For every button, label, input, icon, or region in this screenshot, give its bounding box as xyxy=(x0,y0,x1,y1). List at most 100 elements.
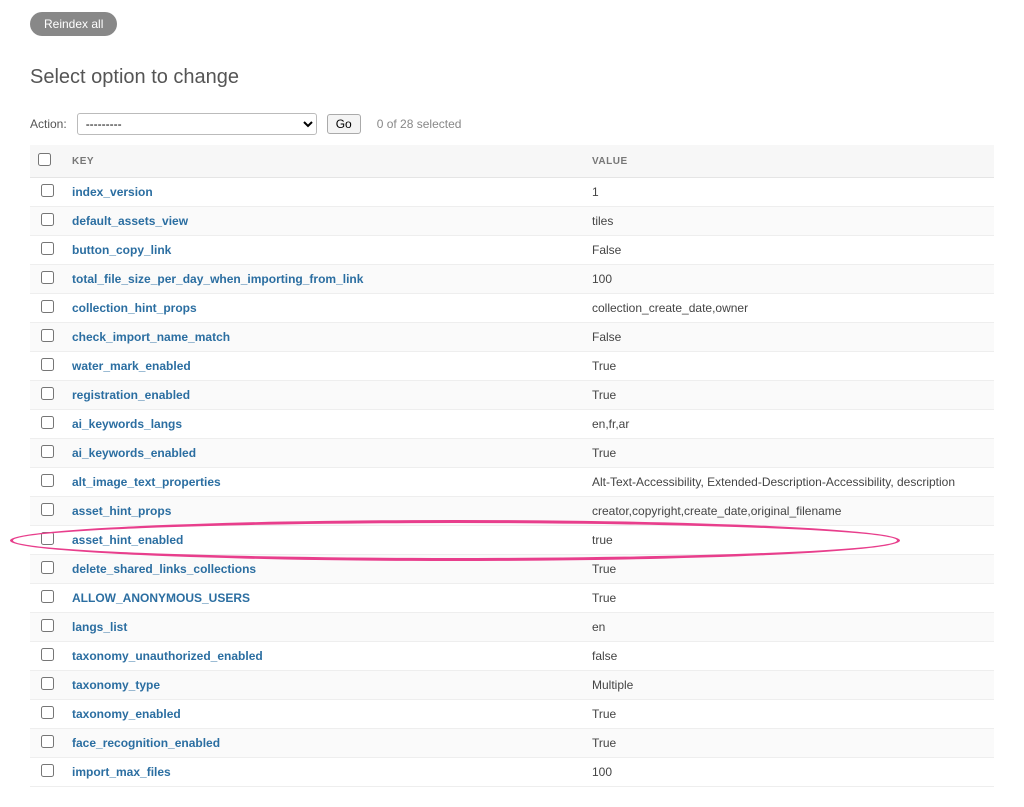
row-checkbox[interactable] xyxy=(41,735,54,748)
row-key-link[interactable]: registration_enabled xyxy=(72,388,190,402)
row-value-cell: creator,copyright,create_date,original_f… xyxy=(584,497,994,526)
row-key-cell: import_max_files xyxy=(64,758,584,787)
row-checkbox-cell xyxy=(30,671,64,700)
row-value-cell: collection_create_date,owner xyxy=(584,294,994,323)
row-value-cell: false xyxy=(584,642,994,671)
row-checkbox-cell xyxy=(30,613,64,642)
row-checkbox-cell xyxy=(30,236,64,265)
row-value-cell: 1 xyxy=(584,178,994,207)
row-value-cell: False xyxy=(584,236,994,265)
row-key-link[interactable]: taxonomy_unauthorized_enabled xyxy=(72,649,263,663)
column-header-key[interactable]: KEY xyxy=(64,145,584,178)
row-checkbox-cell xyxy=(30,584,64,613)
row-key-link[interactable]: face_recognition_enabled xyxy=(72,736,220,750)
table-row: taxonomy_unauthorized_enabled false xyxy=(30,642,994,671)
table-row: ai_keywords_langs en,fr,ar xyxy=(30,410,994,439)
row-value-cell: True xyxy=(584,555,994,584)
row-key-cell: asset_hint_props xyxy=(64,497,584,526)
row-checkbox-cell xyxy=(30,700,64,729)
row-checkbox[interactable] xyxy=(41,474,54,487)
row-key-link[interactable]: asset_hint_props xyxy=(72,504,171,518)
row-checkbox[interactable] xyxy=(41,329,54,342)
row-checkbox[interactable] xyxy=(41,445,54,458)
page-title: Select option to change xyxy=(30,66,994,89)
row-checkbox[interactable] xyxy=(41,619,54,632)
row-value-cell: Alt-Text-Accessibility, Extended-Descrip… xyxy=(584,468,994,497)
row-key-link[interactable]: delete_shared_links_collections xyxy=(72,562,256,576)
row-key-link[interactable]: water_mark_enabled xyxy=(72,359,191,373)
row-checkbox[interactable] xyxy=(41,387,54,400)
row-key-link[interactable]: taxonomy_enabled xyxy=(72,707,181,721)
row-value-cell: Multiple xyxy=(584,671,994,700)
row-checkbox-cell xyxy=(30,526,64,555)
row-key-cell: asset_hint_enabled xyxy=(64,526,584,555)
table-row: taxonomy_type Multiple xyxy=(30,671,994,700)
row-key-cell: alt_image_text_properties xyxy=(64,468,584,497)
row-checkbox[interactable] xyxy=(41,590,54,603)
row-checkbox[interactable] xyxy=(41,648,54,661)
row-key-cell: default_assets_view xyxy=(64,207,584,236)
table-row: total_file_size_per_day_when_importing_f… xyxy=(30,265,994,294)
select-all-checkbox[interactable] xyxy=(38,153,51,166)
table-row: ai_keywords_enabledTrue xyxy=(30,439,994,468)
table-row: asset_hint_enabledtrue xyxy=(30,526,994,555)
row-key-link[interactable]: import_max_files xyxy=(72,765,171,779)
row-checkbox-cell xyxy=(30,497,64,526)
row-key-link[interactable]: total_file_size_per_day_when_importing_f… xyxy=(72,272,363,286)
column-header-value[interactable]: VALUE xyxy=(584,145,994,178)
row-checkbox[interactable] xyxy=(41,242,54,255)
row-checkbox[interactable] xyxy=(41,300,54,313)
row-value-cell: 100 xyxy=(584,758,994,787)
go-button[interactable]: Go xyxy=(327,114,361,134)
table-row: import_max_files 100 xyxy=(30,758,994,787)
table-row: water_mark_enabledTrue xyxy=(30,352,994,381)
row-checkbox[interactable] xyxy=(41,503,54,516)
row-value-cell: 100 xyxy=(584,265,994,294)
row-value-cell: en,fr,ar xyxy=(584,410,994,439)
row-checkbox-cell xyxy=(30,439,64,468)
row-value-cell: False xyxy=(584,323,994,352)
row-checkbox-cell xyxy=(30,381,64,410)
row-key-cell: taxonomy_unauthorized_enabled xyxy=(64,642,584,671)
action-select[interactable]: --------- xyxy=(77,113,317,135)
row-key-cell: face_recognition_enabled xyxy=(64,729,584,758)
row-checkbox[interactable] xyxy=(41,532,54,545)
row-checkbox[interactable] xyxy=(41,416,54,429)
row-key-link[interactable]: alt_image_text_properties xyxy=(72,475,221,489)
row-key-link[interactable]: check_import_name_match xyxy=(72,330,230,344)
row-checkbox[interactable] xyxy=(41,358,54,371)
row-checkbox-cell xyxy=(30,758,64,787)
row-key-cell: ai_keywords_langs xyxy=(64,410,584,439)
reindex-all-button[interactable]: Reindex all xyxy=(30,12,117,36)
row-checkbox[interactable] xyxy=(41,561,54,574)
row-checkbox-cell xyxy=(30,468,64,497)
row-checkbox-cell xyxy=(30,729,64,758)
row-key-link[interactable]: asset_hint_enabled xyxy=(72,533,183,547)
row-key-link[interactable]: index_version xyxy=(72,185,153,199)
row-checkbox[interactable] xyxy=(41,213,54,226)
row-key-link[interactable]: langs_list xyxy=(72,620,127,634)
row-key-link[interactable]: ai_keywords_enabled xyxy=(72,446,196,460)
table-row: delete_shared_links_collections True xyxy=(30,555,994,584)
row-key-link[interactable]: default_assets_view xyxy=(72,214,188,228)
row-key-link[interactable]: ALLOW_ANONYMOUS_USERS xyxy=(72,591,250,605)
row-checkbox-cell xyxy=(30,207,64,236)
table-row: face_recognition_enabledTrue xyxy=(30,729,994,758)
row-key-link[interactable]: collection_hint_props xyxy=(72,301,197,315)
table-row: default_assets_view tiles xyxy=(30,207,994,236)
row-checkbox[interactable] xyxy=(41,184,54,197)
row-checkbox[interactable] xyxy=(41,271,54,284)
row-key-cell: button_copy_link xyxy=(64,236,584,265)
row-key-link[interactable]: taxonomy_type xyxy=(72,678,160,692)
row-checkbox-cell xyxy=(30,410,64,439)
row-checkbox[interactable] xyxy=(41,764,54,777)
table-row: asset_hint_props creator,copyright,create… xyxy=(30,497,994,526)
row-key-cell: ai_keywords_enabled xyxy=(64,439,584,468)
row-key-link[interactable]: ai_keywords_langs xyxy=(72,417,182,431)
row-key-link[interactable]: button_copy_link xyxy=(72,243,171,257)
row-value-cell: tiles xyxy=(584,207,994,236)
row-checkbox[interactable] xyxy=(41,677,54,690)
row-checkbox-cell xyxy=(30,555,64,584)
row-checkbox[interactable] xyxy=(41,706,54,719)
row-checkbox-cell xyxy=(30,178,64,207)
